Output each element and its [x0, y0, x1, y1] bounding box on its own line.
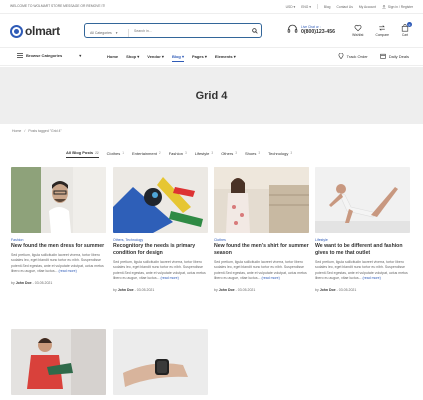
nav-shop[interactable]: Shop ▾ — [126, 54, 139, 62]
nav-pages[interactable]: Pages ▾ — [192, 54, 207, 62]
post-date: 03.05.2021 — [34, 280, 53, 285]
header: olmart All Categories▾ Live Chat or : 0(… — [0, 14, 423, 48]
nav-home[interactable]: Home — [107, 54, 118, 62]
logo[interactable]: olmart — [10, 24, 60, 38]
filter-all[interactable]: All Blog Posts 22 — [66, 150, 99, 158]
logo-mark-icon — [10, 24, 23, 38]
header-icons: Wishlist Compare Cart 0 — [352, 22, 412, 37]
category-filters: All Blog Posts 22 Clothes 1 Entertainment 2… — [66, 150, 292, 158]
welcome-message: WELCOME TO WOLMART STORE MESSAGE OR REMO… — [10, 4, 106, 8]
post-meta: by John Doe - 03.05.2021 — [11, 280, 53, 285]
post-image[interactable] — [113, 329, 208, 395]
page-title: Grid 4 — [195, 89, 228, 102]
top-link-contact[interactable]: Contact Us — [337, 5, 353, 9]
search-icon — [252, 27, 258, 34]
post-card: Fashion New found the men dress for summ… — [11, 167, 106, 285]
post-meta: by John Doe - 03.05.2021 — [113, 287, 155, 292]
post-author[interactable]: John Doe — [16, 281, 32, 285]
browse-categories-button[interactable]: Browse Categories ▾ — [17, 53, 81, 58]
cart-count-badge: 0 — [407, 22, 412, 27]
read-more-link[interactable]: (read more) — [262, 276, 280, 280]
post-card: Others, Technology Recognitory the needs… — [113, 167, 208, 292]
tag-icon — [380, 53, 386, 59]
breadcrumb: Home / Posts tagged "Grid 4" — [12, 129, 62, 133]
post-image[interactable] — [113, 167, 208, 233]
nav-elements[interactable]: Elements ▾ — [215, 54, 236, 62]
post-excerpt: Sed pretium, ligula sollicitudin laoreet… — [315, 260, 408, 281]
post-meta: by John Doe - 03.05.2021 — [214, 287, 256, 292]
wishlist-button[interactable]: Wishlist — [352, 24, 363, 37]
map-pin-icon — [338, 53, 343, 59]
filter-entertainment[interactable]: Entertainment 2 — [132, 151, 161, 158]
post-title[interactable]: We want to be different and fashion give… — [315, 243, 410, 257]
post-category[interactable]: Others, Technology — [113, 238, 208, 242]
read-more-link[interactable]: (read more) — [363, 276, 381, 280]
search-bar: All Categories ▾ — [84, 23, 262, 38]
post-author[interactable]: John Doe — [219, 288, 235, 292]
post-date: 03.05.2021 — [237, 287, 256, 292]
track-order-link[interactable]: Track Order — [338, 53, 368, 59]
top-bar-links: USD ▾ ENG ▾ Blog Contact Us My Account S… — [286, 4, 413, 9]
language-select[interactable]: ENG ▾ — [301, 5, 311, 9]
filter-lifestyle[interactable]: Lifestyle 3 — [195, 151, 213, 158]
read-more-link[interactable]: (read more) — [161, 276, 179, 280]
post-title[interactable]: New found the men dress for summer — [11, 243, 106, 250]
search-button[interactable] — [249, 27, 261, 34]
post-image[interactable] — [11, 167, 106, 233]
post-category[interactable]: Fashion — [11, 238, 106, 242]
filter-fashion[interactable]: Fashion 3 — [169, 151, 187, 158]
headset-icon — [287, 24, 298, 33]
post-date: 03.05.2021 — [338, 287, 357, 292]
top-link-account[interactable]: My Account — [359, 5, 376, 9]
post-image[interactable] — [315, 167, 410, 233]
post-title[interactable]: New found the men's shirt for summer sea… — [214, 243, 309, 257]
filter-shoes[interactable]: Shoes 3 — [245, 151, 260, 158]
menu-icon — [17, 53, 23, 58]
user-icon — [382, 4, 386, 9]
post-excerpt: Sed pretium, ligula sollicitudin laoreet… — [11, 253, 104, 274]
top-link-signin[interactable]: Sign in / Register — [382, 5, 413, 9]
post-excerpt: Sed pretium, ligula sollicitudin laoreet… — [113, 260, 206, 281]
post-author[interactable]: John Doe — [320, 288, 336, 292]
compare-icon — [379, 25, 386, 31]
post-category[interactable]: Clothes — [214, 238, 309, 242]
phone-number: 0(800)123-456 — [301, 28, 336, 35]
nav-blog[interactable]: Blog ▾ — [171, 54, 184, 62]
cart-button[interactable]: Cart 0 — [401, 22, 412, 37]
filter-others[interactable]: Others 3 — [221, 151, 237, 158]
post-excerpt: Sed pretium, ligula sollicitudin laoreet… — [214, 260, 307, 281]
divider — [316, 4, 318, 9]
post-card — [11, 329, 106, 395]
currency-select[interactable]: USD ▾ — [286, 5, 296, 9]
page-hero: Grid 4 — [0, 67, 423, 124]
nav-links: Home Shop ▾ Vendor ▾ Blog ▾ Pages ▾ Elem… — [107, 54, 236, 62]
post-card — [113, 329, 208, 395]
search-input[interactable] — [129, 28, 249, 33]
top-bar: WELCOME TO WOLMART STORE MESSAGE OR REMO… — [0, 0, 423, 14]
daily-deals-link[interactable]: Daily Deals — [380, 53, 409, 59]
post-meta: by John Doe - 03.05.2021 — [315, 287, 357, 292]
nav-vendor[interactable]: Vendor ▾ — [147, 54, 164, 62]
filter-technology[interactable]: Technology 3 — [268, 151, 292, 158]
heart-icon — [354, 25, 362, 32]
main-nav: Browse Categories ▾ Home Shop ▾ Vendor ▾… — [0, 48, 423, 66]
top-link-blog[interactable]: Blog — [324, 5, 331, 9]
post-image[interactable] — [11, 329, 106, 395]
breadcrumb-home[interactable]: Home — [12, 129, 21, 133]
post-card: Lifestyle We want to be different and fa… — [315, 167, 410, 292]
post-image[interactable] — [214, 167, 309, 233]
search-category-select[interactable]: All Categories ▾ — [85, 29, 129, 37]
breadcrumb-current: Posts tagged "Grid 4" — [28, 129, 62, 133]
post-card: Clothes New found the men's shirt for su… — [214, 167, 309, 292]
post-category[interactable]: Lifestyle — [315, 238, 410, 242]
compare-button[interactable]: Compare — [375, 24, 389, 37]
post-author[interactable]: John Doe — [118, 288, 134, 292]
post-title[interactable]: Recognitory the needs is primary conditi… — [113, 243, 208, 257]
read-more-link[interactable]: (read more) — [59, 269, 77, 273]
nav-right: Track Order Daily Deals — [338, 53, 409, 59]
filter-clothes[interactable]: Clothes 1 — [107, 151, 124, 158]
live-chat[interactable]: Live Chat or : 0(800)123-456 — [287, 24, 335, 35]
post-date: 03.05.2021 — [136, 287, 155, 292]
